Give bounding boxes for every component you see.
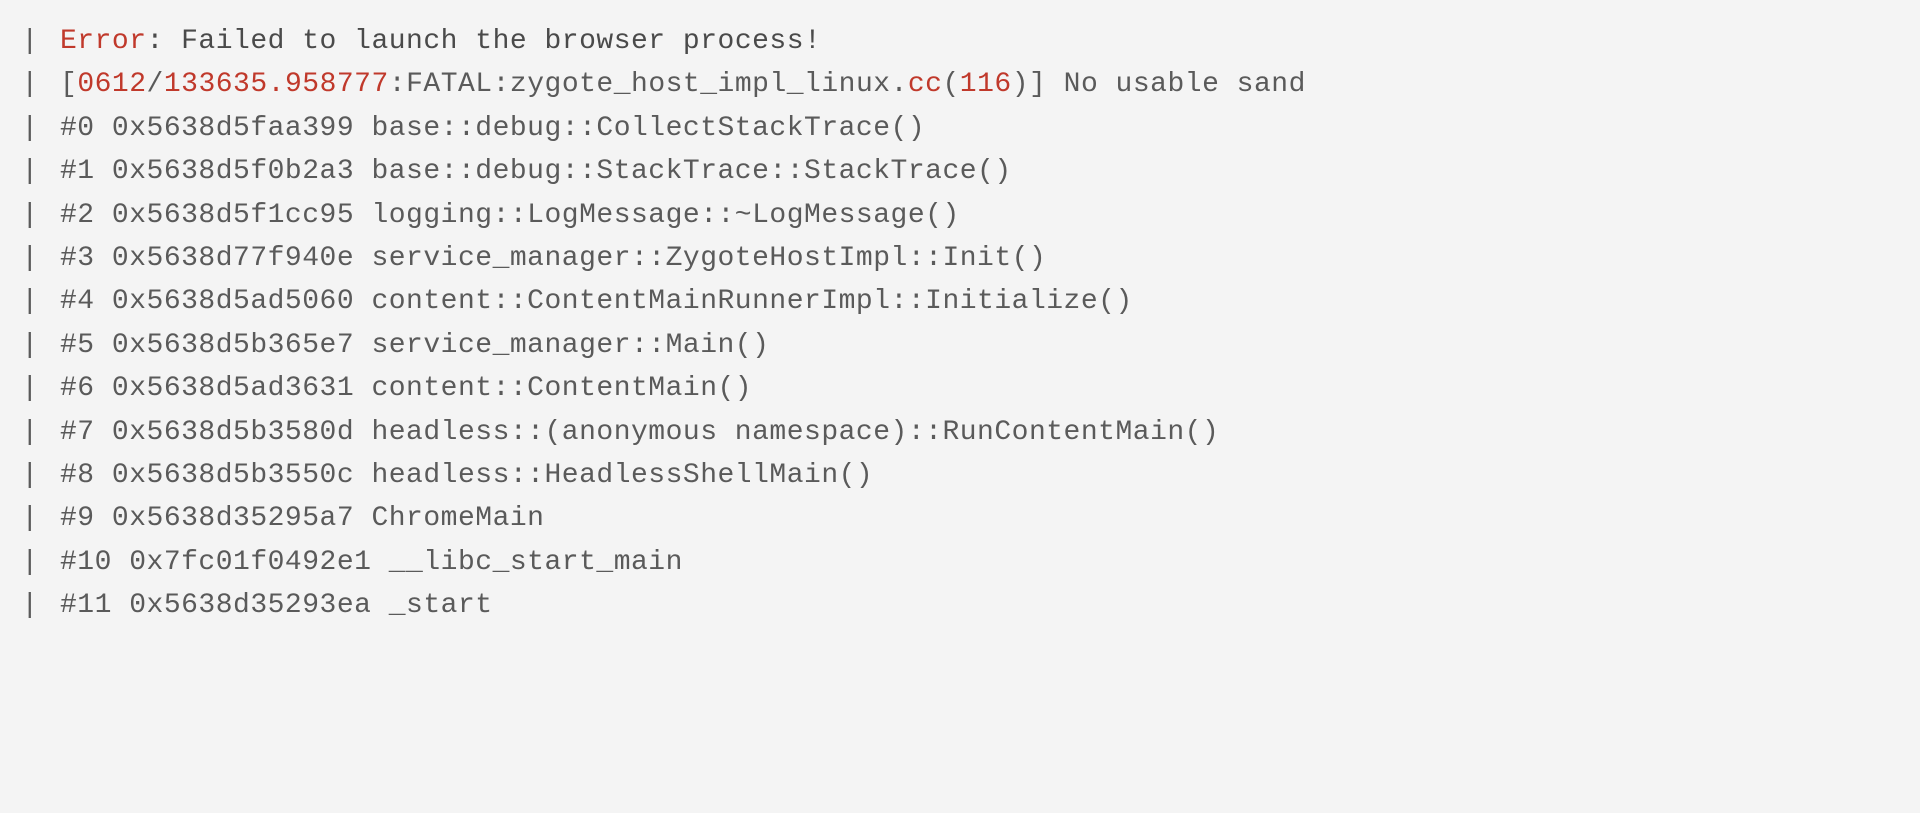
- slash: /: [147, 69, 164, 100]
- paren-open: (: [942, 69, 959, 100]
- pipe-prefix: |: [0, 497, 60, 540]
- timestamp-date: 0612: [77, 69, 146, 100]
- file-ext: cc: [908, 69, 943, 100]
- frame-text: #11 0x5638d35293ea _start: [60, 590, 493, 621]
- stack-frame: |#6 0x5638d5ad3631 content::ContentMain(…: [0, 367, 1920, 410]
- pipe-prefix: |: [0, 107, 60, 150]
- frame-text: #0 0x5638d5faa399 base::debug::CollectSt…: [60, 113, 925, 144]
- pipe-prefix: |: [0, 194, 60, 237]
- log-output: |Error: Failed to launch the browser pro…: [0, 20, 1920, 627]
- timestamp-time: 133635.958777: [164, 69, 389, 100]
- pipe-prefix: |: [0, 367, 60, 410]
- stack-frame: |#2 0x5638d5f1cc95 logging::LogMessage::…: [0, 194, 1920, 237]
- error-message: Failed to launch the browser process!: [181, 26, 821, 57]
- pipe-prefix: |: [0, 63, 60, 106]
- error-label: Error: [60, 26, 147, 57]
- frame-text: #5 0x5638d5b365e7 service_manager::Main(…: [60, 330, 769, 361]
- line-number: 116: [960, 69, 1012, 100]
- stack-frame: |#1 0x5638d5f0b2a3 base::debug::StackTra…: [0, 150, 1920, 193]
- stack-frame: |#8 0x5638d5b3550c headless::HeadlessShe…: [0, 454, 1920, 497]
- frame-text: #9 0x5638d35295a7 ChromeMain: [60, 503, 544, 534]
- pipe-prefix: |: [0, 584, 60, 627]
- frame-text: #1 0x5638d5f0b2a3 base::debug::StackTrac…: [60, 156, 1012, 187]
- fatal-message: No usable sand: [1046, 69, 1306, 100]
- frame-text: #6 0x5638d5ad3631 content::ContentMain(): [60, 373, 752, 404]
- error-colon: :: [147, 26, 182, 57]
- stack-frame: |#3 0x5638d77f940e service_manager::Zygo…: [0, 237, 1920, 280]
- open-bracket: [: [60, 69, 77, 100]
- close-bracket: ]: [1029, 69, 1046, 100]
- pipe-prefix: |: [0, 150, 60, 193]
- pipe-prefix: |: [0, 454, 60, 497]
- stack-frame: |#7 0x5638d5b3580d headless::(anonymous …: [0, 411, 1920, 454]
- frame-text: #8 0x5638d5b3550c headless::HeadlessShel…: [60, 460, 873, 491]
- pipe-prefix: |: [0, 324, 60, 367]
- stack-frame: |#4 0x5638d5ad5060 content::ContentMainR…: [0, 280, 1920, 323]
- fatal-tag: :FATAL:: [389, 69, 510, 100]
- stack-frame: |#11 0x5638d35293ea _start: [0, 584, 1920, 627]
- pipe-prefix: |: [0, 280, 60, 323]
- frame-text: #4 0x5638d5ad5060 content::ContentMainRu…: [60, 286, 1133, 317]
- frame-text: #3 0x5638d77f940e service_manager::Zygot…: [60, 243, 1046, 274]
- stack-frame: |#9 0x5638d35295a7 ChromeMain: [0, 497, 1920, 540]
- stack-frame: |#5 0x5638d5b365e7 service_manager::Main…: [0, 324, 1920, 367]
- source-file: zygote_host_impl_linux.: [510, 69, 908, 100]
- stack-frame: |#0 0x5638d5faa399 base::debug::CollectS…: [0, 107, 1920, 150]
- stack-frame: |#10 0x7fc01f0492e1 __libc_start_main: [0, 541, 1920, 584]
- frame-text: #7 0x5638d5b3580d headless::(anonymous n…: [60, 417, 1219, 448]
- pipe-prefix: |: [0, 411, 60, 454]
- pipe-prefix: |: [0, 237, 60, 280]
- pipe-prefix: |: [0, 541, 60, 584]
- frame-text: #2 0x5638d5f1cc95 logging::LogMessage::~…: [60, 200, 960, 231]
- frame-text: #10 0x7fc01f0492e1 __libc_start_main: [60, 547, 683, 578]
- pipe-prefix: |: [0, 20, 60, 63]
- error-line: |Error: Failed to launch the browser pro…: [0, 20, 1920, 63]
- paren-close: ): [1012, 69, 1029, 100]
- fatal-line: |[0612/133635.958777:FATAL:zygote_host_i…: [0, 63, 1920, 106]
